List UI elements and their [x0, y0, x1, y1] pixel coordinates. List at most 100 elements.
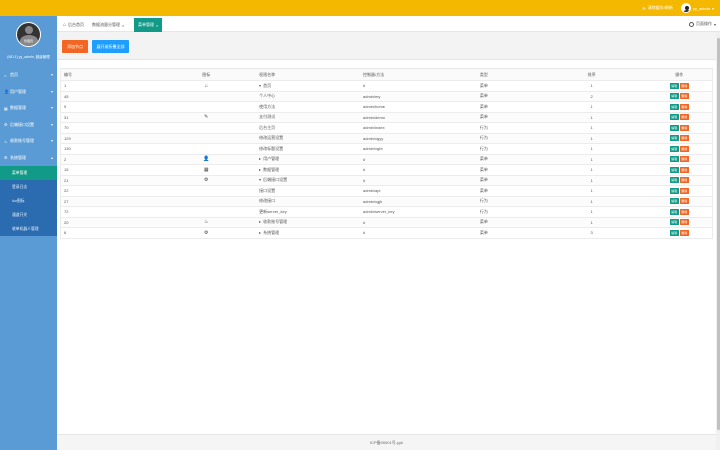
- sidebar: 管理员 (NO.1) yy_admin, 超级管理 ⌂ 首页 👤 用户管理 ▦ 数据管理 ⚙…: [0, 16, 57, 450]
- sidebar-item-label: 后端接口设置: [10, 121, 34, 127]
- table-row: 31 ✎ 支付测试 admin/demo 菜单 1 编辑 删除: [60, 112, 713, 123]
- scrollbar-thumb[interactable]: [716, 38, 720, 430]
- cell-ops: 编辑 删除: [646, 164, 713, 176]
- scrollbar[interactable]: [716, 32, 720, 450]
- cell-type: 菜单: [476, 101, 537, 113]
- cell-name: 数据管理: [256, 164, 360, 176]
- edit-button[interactable]: 编辑: [669, 135, 679, 142]
- delete-button[interactable]: 删除: [679, 166, 689, 173]
- user-avatar-icon: [680, 3, 691, 13]
- cell-icon: [156, 196, 257, 207]
- edit-button[interactable]: 编辑: [669, 166, 679, 173]
- cell-id: 72: [60, 206, 157, 218]
- cell-icon: [156, 185, 257, 197]
- edit-button[interactable]: 编辑: [669, 198, 679, 205]
- edit-button[interactable]: 编辑: [669, 114, 679, 121]
- sidebar-item-4[interactable]: ♨ 收款账号管理: [0, 133, 57, 150]
- edit-button[interactable]: 编辑: [669, 187, 679, 194]
- expand-collapse-button[interactable]: 展开或折叠全部: [92, 40, 129, 53]
- add-node-button[interactable]: 添加节点: [62, 40, 88, 53]
- cell-sort: 1: [536, 217, 647, 228]
- cell-name: 修改接口: [256, 196, 360, 207]
- tab-menu-manage[interactable]: 菜单管理 ×: [134, 18, 163, 32]
- delete-button[interactable]: 删除: [679, 156, 689, 163]
- table-row: 9 使用方法 admin/home 菜单 1 编辑 删除: [60, 101, 713, 113]
- cell-name: 使用方法: [256, 101, 360, 113]
- sidebar-item-1[interactable]: 👤 用户管理: [0, 84, 57, 101]
- sidebar-item-2[interactable]: ▦ 数据管理: [0, 100, 57, 117]
- caret-right-icon[interactable]: [259, 221, 262, 224]
- delete-button[interactable]: 删除: [679, 198, 689, 205]
- cell-type: 行为: [476, 206, 537, 218]
- cell-sort: 1: [536, 185, 647, 197]
- row-icon: 👤: [203, 156, 210, 163]
- chevron-down-icon: ▾: [711, 5, 714, 11]
- node-name: 支付测试: [259, 114, 276, 120]
- caret-down-icon[interactable]: [259, 84, 262, 87]
- col-path: 控制器/方法: [360, 68, 477, 81]
- row-icon: ⚙: [203, 177, 209, 184]
- sidebar-subitem-2[interactable]: ico图标: [0, 194, 57, 208]
- edit-button[interactable]: 编辑: [669, 124, 679, 131]
- sidebar-subitem-0[interactable]: 菜单管理: [0, 166, 57, 180]
- caret-right-icon[interactable]: [259, 158, 262, 161]
- top-right-area: ⟳ 清除缓存/刷新 yy_admin ▾: [642, 2, 714, 14]
- cell-ops: 编辑 删除: [646, 217, 713, 228]
- close-icon[interactable]: ×: [122, 23, 124, 28]
- delete-button[interactable]: 删除: [679, 208, 689, 215]
- user-menu[interactable]: yy_admin ▾: [680, 3, 714, 13]
- cell-ops: 编辑 删除: [646, 206, 713, 218]
- sidebar-item-0[interactable]: ⌂ 首页: [0, 67, 57, 84]
- cell-id: 130: [60, 143, 157, 155]
- cell-id: 45: [60, 91, 157, 102]
- sidebar-subitem-1[interactable]: 登录日志: [0, 180, 57, 194]
- edit-button[interactable]: 编辑: [669, 219, 679, 226]
- sidebar-subitem-3[interactable]: 通道开关: [0, 208, 57, 222]
- caret-right-icon[interactable]: [259, 168, 262, 171]
- delete-button[interactable]: 删除: [679, 82, 689, 89]
- page-ops-button[interactable]: 页面操作 ▾: [688, 19, 716, 29]
- cell-id: 70: [60, 122, 157, 134]
- delete-button[interactable]: 删除: [679, 135, 689, 142]
- delete-button[interactable]: 删除: [679, 177, 689, 184]
- cell-icon: [156, 206, 257, 218]
- chevron-down-icon: [51, 74, 53, 76]
- delete-button[interactable]: 删除: [679, 103, 689, 110]
- delete-button[interactable]: 删除: [679, 229, 689, 236]
- node-name: 用户管理: [263, 156, 280, 162]
- caret-right-icon[interactable]: [259, 231, 262, 234]
- node-name: 接口设置: [259, 187, 276, 193]
- delete-button[interactable]: 删除: [679, 187, 689, 194]
- edit-button[interactable]: 编辑: [669, 145, 679, 152]
- edit-button[interactable]: 编辑: [669, 103, 679, 110]
- node-name: 修改标题设置: [259, 145, 284, 151]
- close-icon[interactable]: ×: [156, 23, 158, 28]
- delete-button[interactable]: 删除: [679, 145, 689, 152]
- table-row: 129 修改运营设置 admin/xgyy 行为 1 编辑 删除: [60, 133, 713, 144]
- edit-button[interactable]: 编辑: [669, 156, 679, 163]
- sidebar-user-line: (NO.1) yy_admin, 超级管理: [7, 55, 50, 59]
- tab-home[interactable]: ⌂ 后台首页: [59, 18, 88, 32]
- sidebar-item-3[interactable]: ⚙ 后端接口设置: [0, 117, 57, 134]
- delete-button[interactable]: 删除: [679, 93, 689, 100]
- sidebar-item-5[interactable]: ⚙ 系统管理: [0, 150, 57, 167]
- cell-id: 27: [60, 196, 157, 207]
- tab-data-flow[interactable]: 数据流量分管理 ×: [88, 18, 128, 32]
- col-ops: 操作: [646, 68, 713, 81]
- cell-type: 行为: [476, 143, 537, 155]
- edit-button[interactable]: 编辑: [669, 93, 679, 100]
- cell-type: 菜单: [476, 175, 537, 186]
- settings-icon: ⚙: [4, 155, 8, 161]
- edit-button[interactable]: 编辑: [669, 229, 679, 236]
- sidebar-subitem-4[interactable]: 收单机器人管理: [0, 222, 57, 236]
- node-name: 数据管理: [263, 166, 280, 172]
- cell-type: 行为: [476, 196, 537, 207]
- edit-button[interactable]: 编辑: [669, 208, 679, 215]
- clear-cache-link[interactable]: ⟳ 清除缓存/刷新: [642, 5, 672, 11]
- delete-button[interactable]: 删除: [679, 219, 689, 226]
- delete-button[interactable]: 删除: [679, 124, 689, 131]
- delete-button[interactable]: 删除: [679, 114, 689, 121]
- edit-button[interactable]: 编辑: [669, 177, 679, 184]
- caret-down-icon[interactable]: [259, 179, 262, 182]
- edit-button[interactable]: 编辑: [669, 82, 679, 89]
